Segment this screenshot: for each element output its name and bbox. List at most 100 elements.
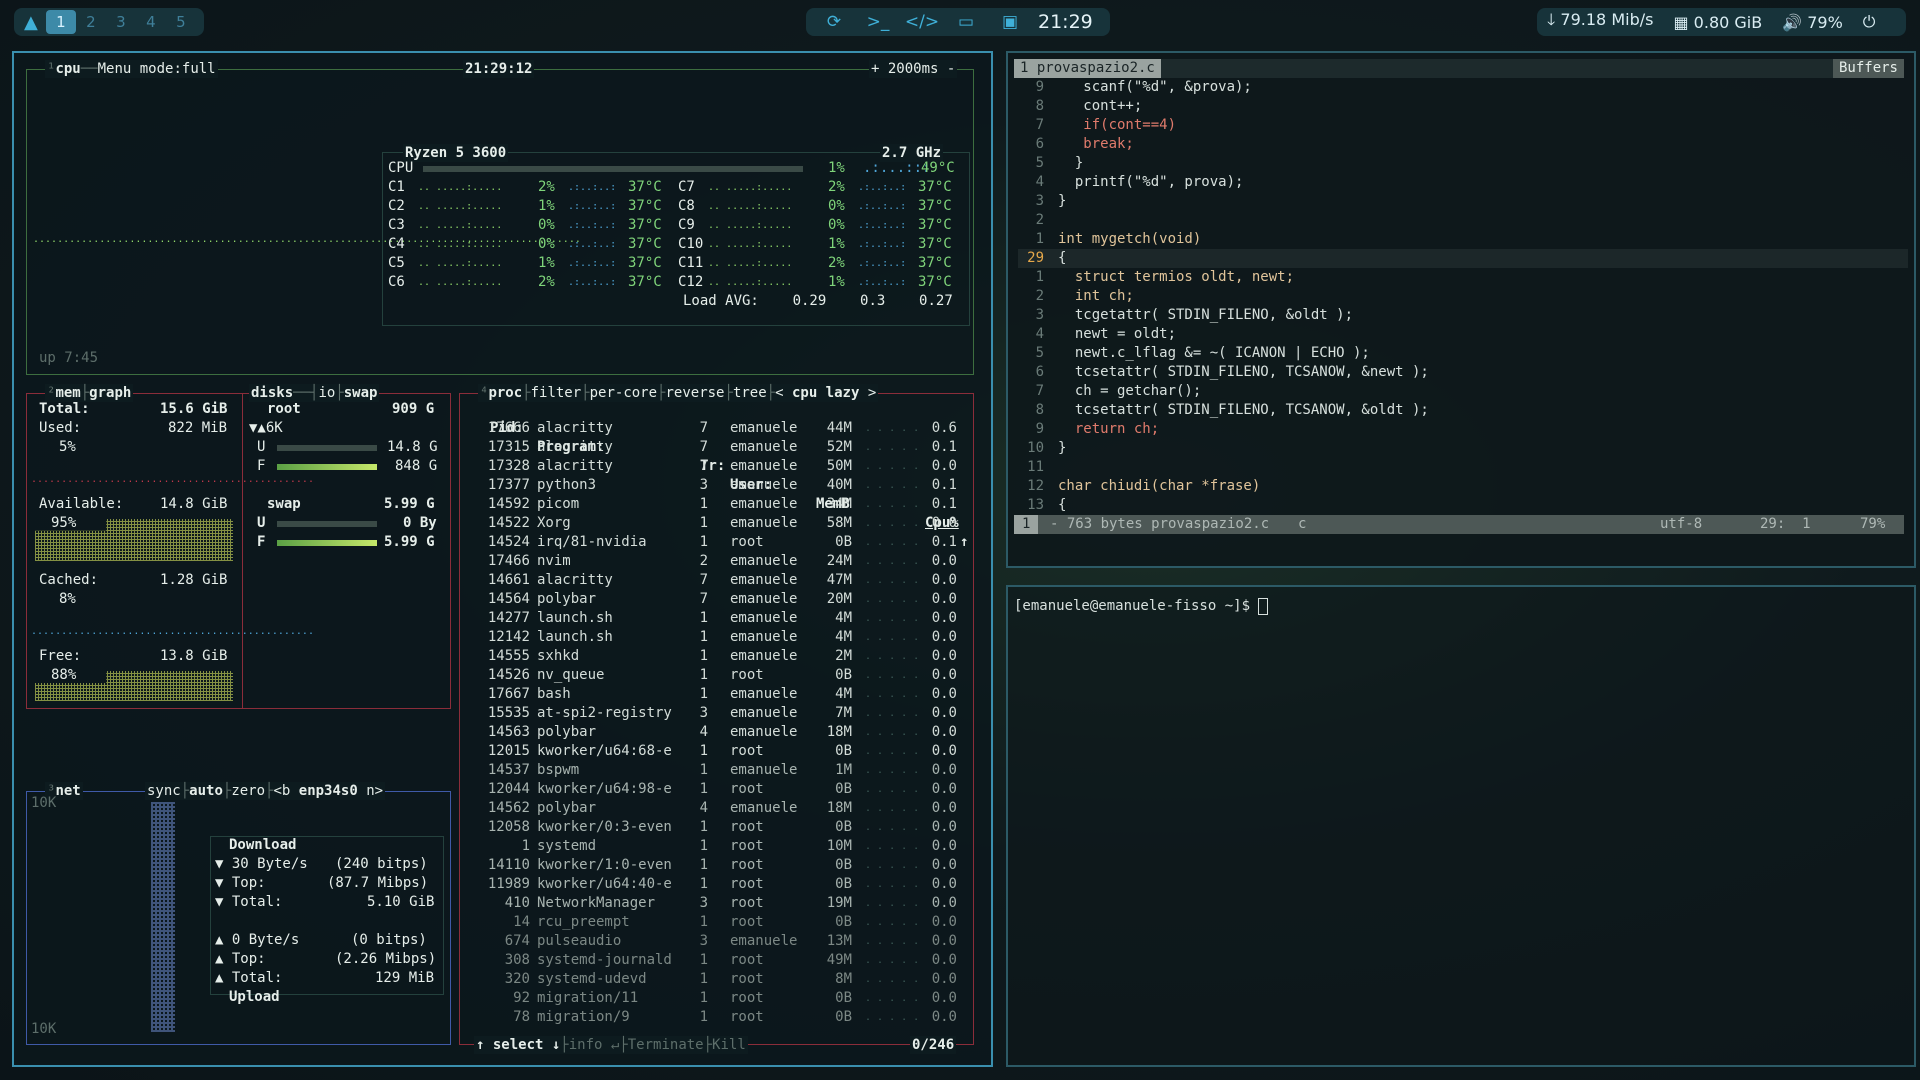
monitor-icon[interactable]: ▣ — [988, 12, 1032, 32]
table-row[interactable]: 14277 launch.sh 1 emanuele 4M 0.0 . . . . . — [460, 609, 970, 628]
swap-tab[interactable]: swap — [344, 385, 378, 401]
kill-button[interactable]: Kill — [712, 1037, 746, 1053]
sort-next-button[interactable]: > — [868, 385, 876, 401]
volume-stat[interactable]: 🔊 79% — [1782, 13, 1843, 32]
pid-cell: 308 — [504, 952, 530, 968]
table-row[interactable]: 410 NetworkManager 3 root 19M 0.0 . . . . . — [460, 894, 970, 913]
mem-tab[interactable]: mem — [55, 385, 80, 401]
code-icon[interactable]: </> — [900, 12, 944, 32]
table-row[interactable]: 14526 nv_queue 1 root 0B 0.0 . . . . . — [460, 666, 970, 685]
terminate-button[interactable]: Terminate — [628, 1037, 704, 1053]
mem-cached-pct: 8% — [59, 591, 76, 607]
cpu-tab[interactable]: cpu — [55, 61, 80, 77]
next-iface-button[interactable]: n> — [366, 783, 383, 799]
table-row[interactable]: 320 systemd-udevd 1 root 8M 0.0 . . . . . — [460, 970, 970, 989]
net-tab[interactable]: net — [55, 783, 80, 799]
ul-rate: ▲ 0 Byte/s — [215, 932, 300, 948]
pid-cell: 14277 — [487, 610, 530, 626]
btop-window[interactable]: ¹cpu──Menu mode:full 21:29:12 + 2000ms -… — [12, 51, 993, 1067]
table-row[interactable]: 14564 polybar 7 emanuele 20M 0.0 . . . . . — [460, 590, 970, 609]
buffers-label[interactable]: Buffers — [1832, 59, 1904, 78]
disks-tab[interactable]: disks — [251, 385, 293, 401]
proc-tab[interactable]: proc — [488, 385, 522, 401]
cpu-cell: 0.1 — [931, 477, 957, 493]
program-cell: systemd-journald — [537, 952, 672, 968]
pid-cell: 14563 — [487, 724, 530, 740]
workspace-5[interactable]: 5 — [166, 13, 196, 31]
load-15: 0.27 — [919, 293, 953, 309]
workspace-3[interactable]: 3 — [106, 13, 136, 31]
table-row[interactable]: 92 migration/11 1 root 0B 0.0 . . . . . — [460, 989, 970, 1008]
table-row[interactable]: 12015 kworker/u64:68-e 1 root 0B 0.0 . . . . . — [460, 742, 970, 761]
select-button[interactable]: ↑ select ↓ — [476, 1037, 560, 1053]
table-row[interactable]: 1 systemd 1 root 10M 0.0 . . . . . — [460, 837, 970, 856]
table-row[interactable]: 14661 alacritty 7 emanuele 47M 0.0 . . . . . — [460, 571, 970, 590]
table-row[interactable]: 14537 bspwm 1 emanuele 1M 0.0 . . . . . — [460, 761, 970, 780]
terminal-window[interactable]: [emanuele@emanuele-fisso ~]$ — [1006, 585, 1916, 1067]
folder-icon[interactable]: ▭ — [944, 12, 988, 32]
update-interval[interactable]: + 2000ms - — [869, 60, 958, 78]
workspace-4[interactable]: 4 — [136, 13, 166, 31]
table-row[interactable]: 17315 alacritty 7 emanuele 52M 0.1 . . . . . — [460, 438, 970, 457]
table-row[interactable]: 11989 kworker/u64:40-e 1 root 0B 0.0 . . . . . — [460, 875, 970, 894]
refresh-icon[interactable]: ⟳ — [812, 12, 856, 32]
sync-button[interactable]: sync — [147, 783, 181, 799]
table-row[interactable]: 14592 picom 1 emanuele 34M 0.1 . . . . . — [460, 495, 970, 514]
table-row[interactable]: 17466 nvim 2 emanuele 24M 0.0 . . . . . — [460, 552, 970, 571]
proc-cpu-graph: . . . . . — [865, 803, 920, 814]
table-row[interactable]: 17328 alacritty 7 emanuele 50M 0.0 . . . . . — [460, 457, 970, 476]
table-row[interactable]: 12058 kworker/0:3-even 1 root 0B 0.0 . . . . . — [460, 818, 970, 837]
info-button[interactable]: info ↵ — [569, 1037, 620, 1053]
table-row[interactable]: 14524 irq/81-nvidia 1 root 0B 0.1 . . . . . — [460, 533, 970, 552]
user-cell: emanuele — [730, 629, 798, 645]
mem-cell: 0B — [835, 667, 852, 683]
cpu-cell: 0.1 — [931, 439, 957, 455]
auto-button[interactable]: auto — [189, 783, 223, 799]
sort-field[interactable]: cpu lazy — [792, 385, 859, 401]
filter-button[interactable]: filter — [531, 385, 582, 401]
table-row[interactable]: 17377 python3 3 emanuele 40M 0.1 . . . . . — [460, 476, 970, 495]
prev-iface-button[interactable]: <b — [273, 783, 290, 799]
graph-tab[interactable]: graph — [89, 385, 131, 401]
table-row[interactable]: 17667 bash 1 emanuele 4M 0.0 . . . . . — [460, 685, 970, 704]
nvim-window[interactable]: 1 provaspazio2.c Buffers 9 scanf("%d", &… — [1006, 51, 1916, 568]
line-number: 2 — [1035, 212, 1044, 228]
table-row[interactable]: 78 migration/9 1 root 0B 0.0 . . . . . — [460, 1008, 970, 1027]
threads-cell: 2 — [699, 553, 708, 569]
threads-cell: 4 — [699, 800, 708, 816]
arch-logo-icon[interactable]: ▲ — [24, 12, 38, 33]
menu-button[interactable]: Menu — [98, 61, 132, 77]
per-core-button[interactable]: per-core — [590, 385, 657, 401]
table-row[interactable]: 12044 kworker/u64:98-e 1 root 0B 0.0 . . . . . — [460, 780, 970, 799]
mode-button[interactable]: mode:full — [140, 61, 216, 77]
core-graph: .. .....:..... — [708, 239, 793, 250]
line-text: newt = oldt; — [1058, 326, 1177, 342]
zero-button[interactable]: zero — [231, 783, 265, 799]
table-row[interactable]: 14522 Xorg 1 emanuele 58M 0.0 . . . . . — [460, 514, 970, 533]
reverse-button[interactable]: reverse — [665, 385, 724, 401]
proc-cpu-graph: . . . . . — [865, 898, 920, 909]
workspace-1[interactable]: 1 — [45, 10, 76, 34]
table-row[interactable]: 15535 at-spi2-registry 3 emanuele 7M 0.0 . . .… — [460, 704, 970, 723]
power-icon[interactable]: ⏻ — [1863, 12, 1876, 32]
proc-cpu-graph: . . . . . — [865, 936, 920, 947]
editor-tab[interactable]: 1 provaspazio2.c — [1014, 59, 1161, 78]
table-row[interactable]: 674 pulseaudio 3 emanuele 13M 0.0 . . . . . — [460, 932, 970, 951]
table-row[interactable]: 14563 polybar 4 emanuele 18M 0.0 . . . . . — [460, 723, 970, 742]
tree-button[interactable]: tree — [733, 385, 767, 401]
table-row[interactable]: 14110 kworker/1:0-even 1 root 0B 0.0 . . . . . — [460, 856, 970, 875]
sort-prev-button[interactable]: < — [775, 385, 783, 401]
table-row[interactable]: 12142 launch.sh 1 emanuele 4M 0.0 . . . . . — [460, 628, 970, 647]
table-row[interactable]: 14 rcu_preempt 1 root 0B 0.0 . . . . . — [460, 913, 970, 932]
table-row[interactable]: 17666 alacritty 7 emanuele 44M 0.6 . . . . . — [460, 419, 970, 438]
table-row[interactable]: 14562 polybar 4 emanuele 18M 0.0 . . . . . — [460, 799, 970, 818]
code-line: 5 } — [1018, 154, 1084, 173]
terminal-icon[interactable]: >_ — [856, 12, 900, 32]
disk-root-size: 909 G — [392, 401, 435, 417]
table-row[interactable]: 308 systemd-journald 1 root 49M 0.0 . . . . . — [460, 951, 970, 970]
workspace-2[interactable]: 2 — [76, 13, 106, 31]
table-row[interactable]: 14555 sxhkd 1 emanuele 2M 0.0 . . . . . — [460, 647, 970, 666]
status-bar: 🡓 79.18 Mib/s ▦ 0.80 GiB 🔊 79% ⏻ — [1537, 8, 1906, 36]
io-tab[interactable]: io — [318, 385, 335, 401]
proc-cpu-graph: . . . . . — [865, 499, 920, 510]
